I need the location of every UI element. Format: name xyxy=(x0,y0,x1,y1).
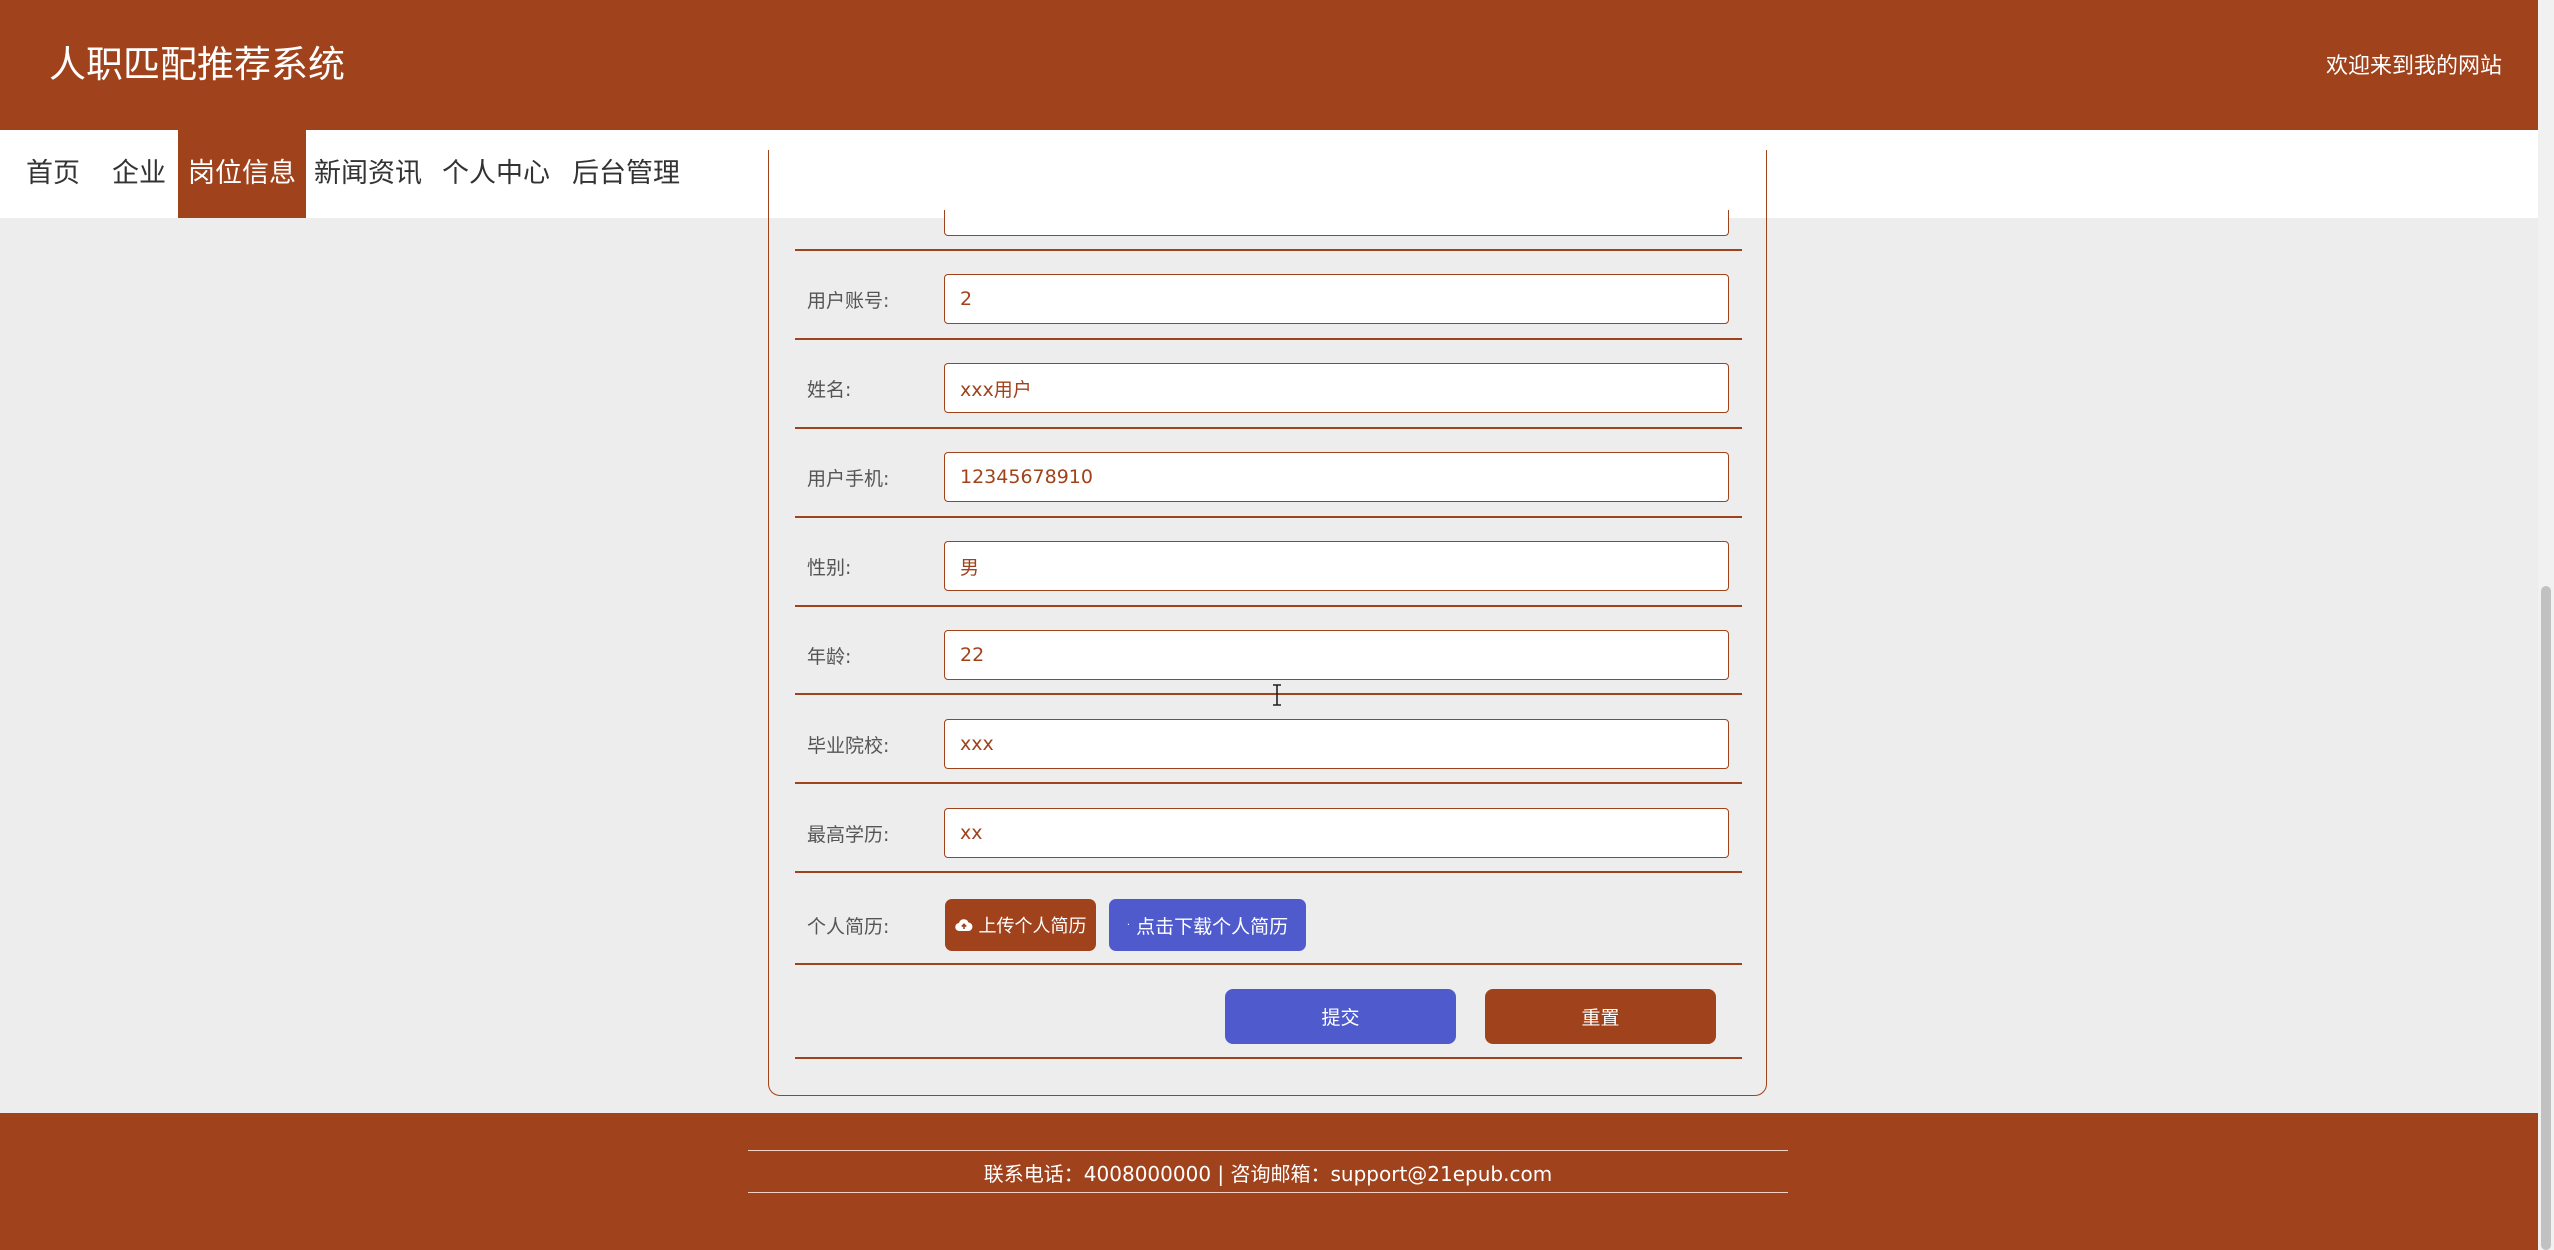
name-input[interactable] xyxy=(944,363,1729,413)
hidden-input-top[interactable] xyxy=(944,210,1729,236)
footer-contact: 联系电话：4008000000 | 咨询邮箱：support@21epub.co… xyxy=(983,1162,1553,1186)
cloud-upload-icon xyxy=(954,919,972,932)
row-divider xyxy=(795,249,1742,251)
nav-company[interactable]: 企业 xyxy=(108,130,170,218)
nav-admin[interactable]: 后台管理 xyxy=(565,130,687,218)
row-divider xyxy=(795,782,1742,784)
submit-button[interactable]: 提交 xyxy=(1225,989,1456,1044)
field-label-account: 用户账号: xyxy=(807,290,890,312)
field-label-school: 毕业院校: xyxy=(807,735,890,757)
nav-home[interactable]: 首页 xyxy=(22,130,84,218)
nav-personal-center[interactable]: 个人中心 xyxy=(437,130,555,218)
footer-divider-top xyxy=(748,1150,1788,1151)
field-label-phone: 用户手机: xyxy=(807,468,890,490)
site-title[interactable]: 人职匹配推荐系统 xyxy=(49,34,345,88)
welcome-text: 欢迎来到我的网站 xyxy=(2325,54,2502,79)
field-label-age: 年龄: xyxy=(807,646,852,668)
reset-button[interactable]: 重置 xyxy=(1485,989,1716,1044)
site-header: 人职匹配推荐系统 欢迎来到我的网站 xyxy=(0,0,2538,130)
nav-jobs[interactable]: 岗位信息 xyxy=(178,130,306,218)
education-input[interactable] xyxy=(944,808,1729,858)
field-label-gender: 性别: xyxy=(807,557,852,579)
nav-news[interactable]: 新闻资讯 xyxy=(310,130,426,218)
download-resume-button[interactable]: · 点击下载个人简历 xyxy=(1109,899,1306,951)
account-input[interactable] xyxy=(944,274,1729,324)
field-label-education: 最高学历: xyxy=(807,824,890,846)
text-cursor-icon xyxy=(1273,684,1281,706)
school-input[interactable] xyxy=(944,719,1729,769)
row-divider xyxy=(795,427,1742,429)
age-input[interactable] xyxy=(944,630,1729,680)
page-scrollbar[interactable] xyxy=(2538,0,2554,1250)
scroll-thumb[interactable] xyxy=(2541,586,2551,1250)
row-divider xyxy=(795,871,1742,873)
row-divider xyxy=(795,963,1742,965)
download-dot-icon: · xyxy=(1126,919,1131,931)
upload-resume-button[interactable]: 上传个人简历 xyxy=(945,899,1096,951)
upload-resume-label: 上传个人简历 xyxy=(978,916,1087,937)
field-label-name: 姓名: xyxy=(807,379,852,401)
gender-input[interactable] xyxy=(944,541,1729,591)
row-divider xyxy=(795,516,1742,518)
footer-divider-bottom xyxy=(748,1192,1788,1193)
download-resume-label: 点击下载个人简历 xyxy=(1136,915,1289,938)
site-footer: 联系电话：4008000000 | 咨询邮箱：support@21epub.co… xyxy=(0,1113,2538,1250)
phone-input[interactable] xyxy=(944,452,1729,502)
row-divider xyxy=(795,1057,1742,1059)
row-divider xyxy=(795,338,1742,340)
field-label-resume: 个人简历: xyxy=(807,916,890,938)
row-divider xyxy=(795,605,1742,607)
row-divider xyxy=(795,693,1742,695)
